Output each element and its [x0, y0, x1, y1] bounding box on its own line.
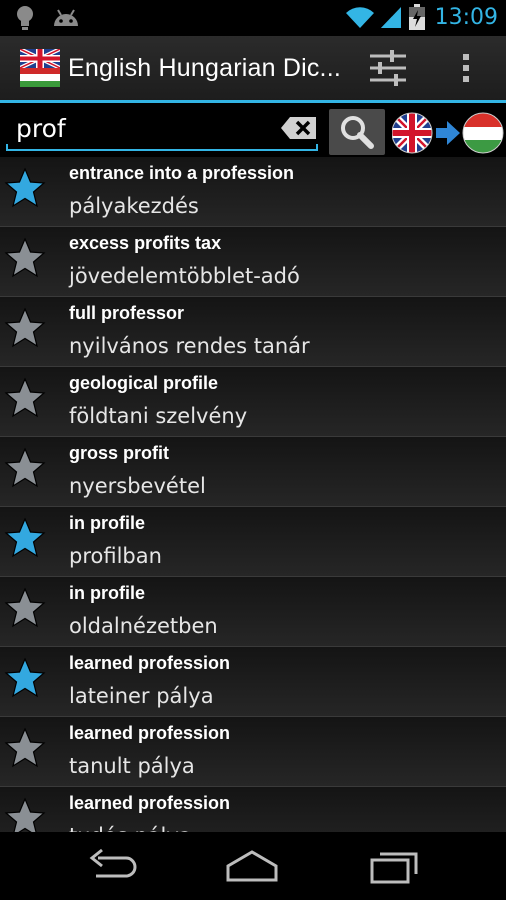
star-icon[interactable] — [4, 307, 46, 349]
result-hungarian: tanult pálya — [69, 754, 195, 778]
overflow-menu-icon[interactable] — [448, 46, 484, 90]
action-bar: English Hungarian Dic... — [0, 36, 506, 100]
result-hungarian: tudós pálya — [69, 824, 192, 832]
result-row[interactable]: learned profession lateiner pálya — [0, 647, 506, 717]
result-hungarian: nyilvános rendes tanár — [69, 334, 310, 358]
navigation-bar — [0, 832, 506, 900]
clock: 13:09 — [434, 4, 498, 30]
lightbulb-icon — [17, 6, 33, 30]
search-input[interactable] — [8, 111, 299, 145]
star-icon[interactable] — [4, 377, 46, 419]
uk-flag-icon[interactable] — [20, 49, 60, 87]
home-icon[interactable] — [222, 844, 282, 888]
result-english: learned profession — [69, 793, 231, 813]
back-icon[interactable] — [82, 844, 142, 888]
result-row[interactable]: full professor nyilvános rendes tanár — [0, 297, 506, 367]
star-icon[interactable] — [4, 797, 46, 832]
result-row[interactable]: entrance into a profession pályakezdés — [0, 157, 506, 227]
results-list[interactable]: entrance into a profession pályakezdés exc… — [0, 157, 506, 832]
result-english: in profile — [69, 583, 145, 603]
language-direction-toggle[interactable] — [392, 111, 504, 155]
wifi-icon — [345, 7, 374, 28]
result-hungarian: profilban — [69, 544, 162, 568]
result-row[interactable]: learned profession tanult pálya — [0, 717, 506, 787]
result-english: in profile — [69, 513, 145, 533]
status-bar: 13:09 — [0, 0, 506, 36]
app-title: English Hungarian Dic... — [68, 54, 341, 82]
search-underline — [6, 144, 318, 151]
backspace-icon[interactable] — [280, 115, 318, 141]
battery-charging-icon — [408, 4, 425, 30]
android-icon — [54, 9, 78, 26]
result-hungarian: jövedelemtöbblet-adó — [69, 264, 300, 288]
result-hungarian: pályakezdés — [69, 194, 199, 218]
result-row[interactable]: in profile oldalnézetben — [0, 577, 506, 647]
result-hungarian: lateiner pálya — [69, 684, 214, 708]
result-row[interactable]: geological profile földtani szelvény — [0, 367, 506, 437]
star-icon[interactable] — [4, 587, 46, 629]
result-hungarian: földtani szelvény — [69, 404, 248, 428]
star-icon[interactable] — [4, 237, 46, 279]
star-icon[interactable] — [4, 727, 46, 769]
recents-icon[interactable] — [364, 844, 424, 888]
result-english: learned profession — [69, 723, 231, 743]
result-hungarian: oldalnézetben — [69, 614, 218, 638]
result-english: geological profile — [69, 373, 219, 393]
result-hungarian: nyersbevétel — [69, 474, 206, 498]
result-english: learned profession — [69, 653, 231, 673]
result-english: full professor — [69, 303, 185, 323]
result-row[interactable]: excess profits tax jövedelemtöbblet-adó — [0, 227, 506, 297]
favorite-star-icon[interactable] — [4, 517, 46, 559]
result-row[interactable]: gross profit nyersbevétel — [0, 437, 506, 507]
result-english: gross profit — [69, 443, 170, 463]
star-icon[interactable] — [4, 447, 46, 489]
signal-icon — [380, 7, 401, 28]
result-english: excess profits tax — [69, 233, 222, 253]
search-row — [0, 103, 506, 157]
favorite-star-icon[interactable] — [4, 167, 46, 209]
result-row[interactable]: in profile profilban — [0, 507, 506, 577]
arrow-right-icon — [436, 121, 460, 145]
search-icon — [341, 116, 374, 149]
search-button[interactable] — [329, 109, 385, 155]
result-row[interactable]: learned profession tudós pálya — [0, 787, 506, 832]
favorite-star-icon[interactable] — [4, 657, 46, 699]
sliders-icon[interactable] — [360, 46, 416, 90]
result-english: entrance into a profession — [69, 163, 295, 183]
